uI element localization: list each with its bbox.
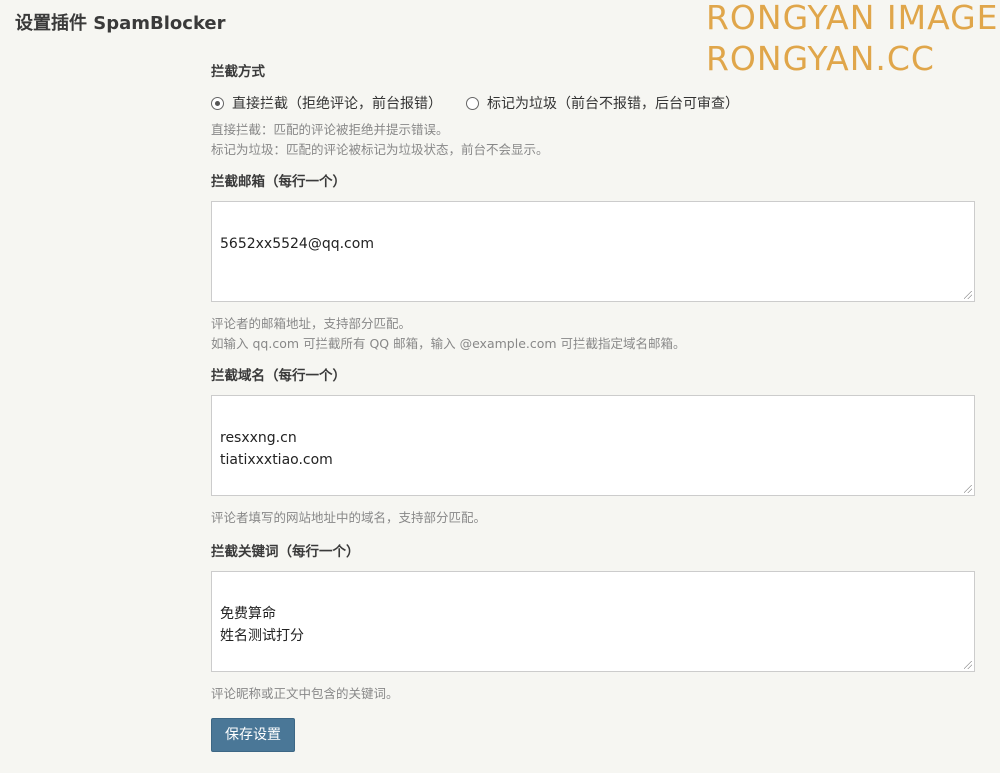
block-domains-textarea[interactable]: resxxng.cn tiatixxxtiao.com [211,395,975,496]
help-text: 评论昵称或正文中包含的关键词。 [211,686,399,701]
radio-label-mark-spam: 标记为垃圾（前台不报错，后台可审查） [487,96,739,112]
block-emails-value: 5652xx5524@qq.com [220,236,374,252]
help-text: 如输入 qq.com 可拦截所有 QQ 邮箱，输入 @example.com 可… [211,336,686,351]
radio-label-direct-block: 直接拦截（拒绝评论，前台报错） [232,96,442,112]
block-emails-label: 拦截邮箱（每行一个） [211,174,346,190]
block-keywords-help: 评论昵称或正文中包含的关键词。 [211,684,975,704]
save-button[interactable]: 保存设置 [211,718,295,752]
block-domains-label: 拦截域名（每行一个） [211,368,346,384]
resize-handle-icon[interactable] [964,485,972,493]
block-keywords-value: 免费算命 姓名测试打分 [220,606,304,644]
radio-option-direct-block[interactable]: 直接拦截（拒绝评论，前台报错） [211,93,442,113]
block-domains-help: 评论者填写的网站地址中的域名，支持部分匹配。 [211,508,975,528]
block-mode-radio-group: 直接拦截（拒绝评论，前台报错） 标记为垃圾（前台不报错，后台可审查） [211,92,975,114]
radio-unchecked-icon[interactable] [466,96,479,110]
page-title: 设置插件 SpamBlocker [15,13,226,34]
watermark-line1: RONGYAN IMAGE [706,0,999,37]
block-domains-value: resxxng.cn tiatixxxtiao.com [220,430,333,468]
block-mode-label: 拦截方式 [211,64,265,80]
block-emails-textarea[interactable]: 5652xx5524@qq.com [211,201,975,302]
help-text: 评论者的邮箱地址，支持部分匹配。 [211,316,412,331]
form-actions: 保存设置 [211,718,975,752]
block-mode-section: 拦截方式 直接拦截（拒绝评论，前台报错） 标记为垃圾（前台不报错，后台可审查） … [211,62,975,160]
radio-option-mark-spam[interactable]: 标记为垃圾（前台不报错，后台可审查） [466,93,739,113]
settings-page: 设置插件 SpamBlocker RONGYAN IMAGE RONGYAN.C… [0,0,1000,773]
settings-form: 拦截方式 直接拦截（拒绝评论，前台报错） 标记为垃圾（前台不报错，后台可审查） … [211,62,975,752]
help-text: 评论者填写的网站地址中的域名，支持部分匹配。 [211,510,487,525]
block-keywords-section: 拦截关键词（每行一个） 免费算命 姓名测试打分 评论昵称或正文中包含的关键词。 [211,542,975,704]
help-text: 直接拦截：匹配的评论被拒绝并提示错误。 [211,122,449,137]
radio-checked-icon[interactable] [211,96,224,110]
block-keywords-label: 拦截关键词（每行一个） [211,544,360,560]
block-domains-section: 拦截域名（每行一个） resxxng.cn tiatixxxtiao.com 评… [211,366,975,528]
help-text: 标记为垃圾：匹配的评论被标记为垃圾状态，前台不会显示。 [211,142,549,157]
block-keywords-textarea[interactable]: 免费算命 姓名测试打分 [211,571,975,672]
resize-handle-icon[interactable] [964,291,972,299]
block-mode-help: 直接拦截：匹配的评论被拒绝并提示错误。 标记为垃圾：匹配的评论被标记为垃圾状态，… [211,120,975,160]
block-emails-help: 评论者的邮箱地址，支持部分匹配。 如输入 qq.com 可拦截所有 QQ 邮箱，… [211,314,975,354]
resize-handle-icon[interactable] [964,661,972,669]
block-emails-section: 拦截邮箱（每行一个） 5652xx5524@qq.com 评论者的邮箱地址，支持… [211,172,975,354]
